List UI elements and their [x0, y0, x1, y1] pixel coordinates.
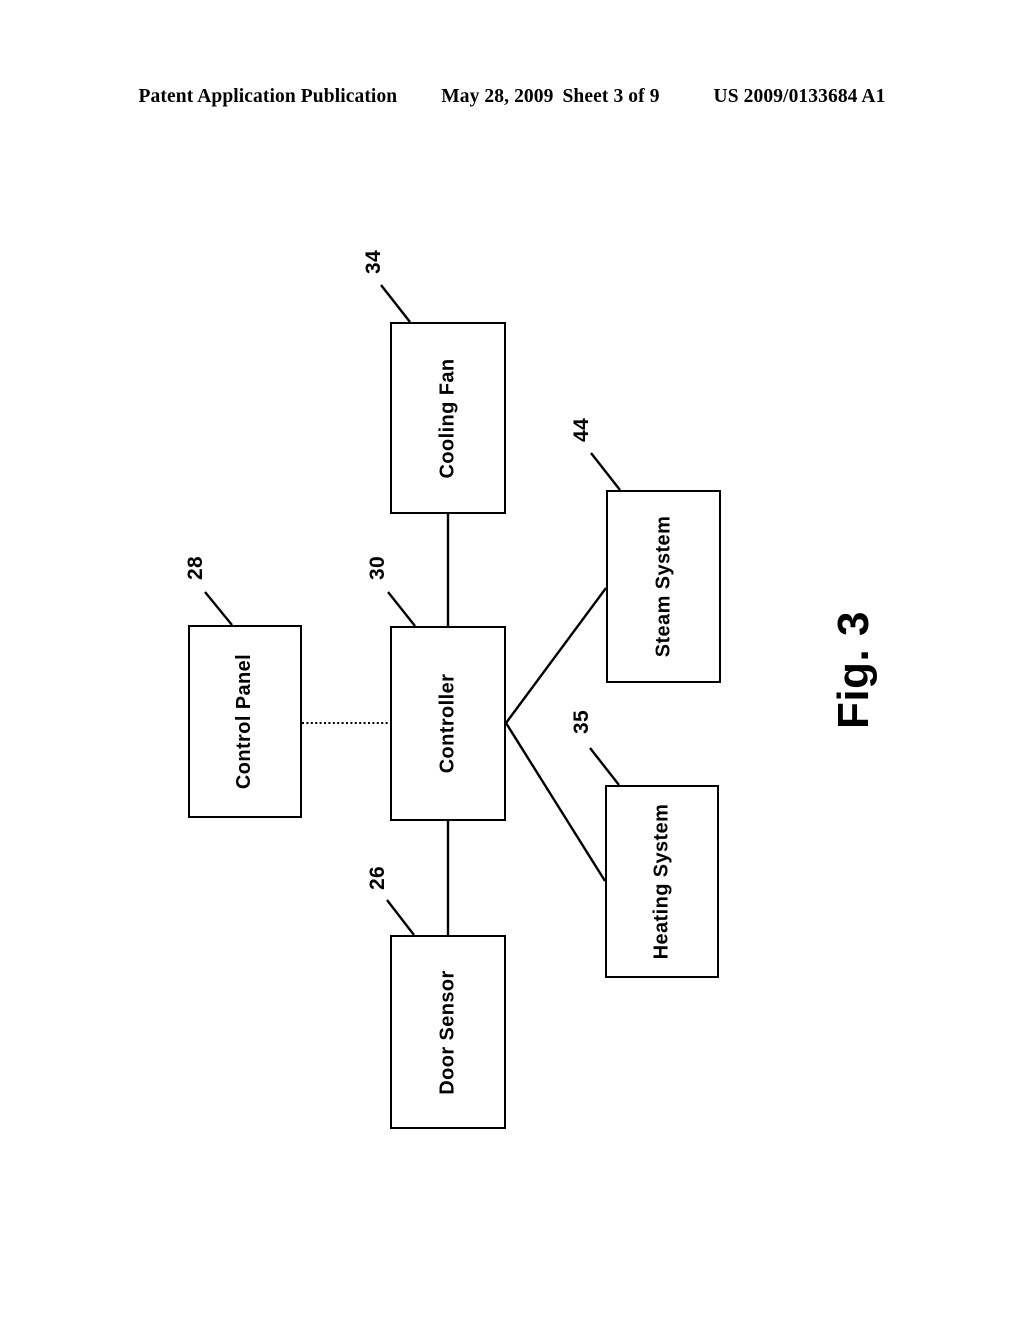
block-label-controller: Controller: [436, 673, 459, 774]
block-steam-system: Steam System: [606, 490, 721, 683]
block-label-control-panel: Control Panel: [233, 653, 256, 790]
block-label-steam-system: Steam System: [652, 515, 675, 658]
reference-numeral-44: 44: [569, 418, 593, 442]
connector-controller-heating-system: [504, 722, 607, 882]
block-cooling-fan: Cooling Fan: [390, 322, 506, 514]
leader-line-28: [204, 591, 233, 626]
reference-numeral-30: 30: [365, 556, 389, 580]
block-door-sensor: Door Sensor: [390, 935, 506, 1129]
leader-line-35: [589, 747, 620, 786]
block-heating-system: Heating System: [605, 785, 719, 978]
leader-line-44: [590, 452, 621, 491]
block-controller: Controller: [390, 626, 506, 821]
reference-numeral-26: 26: [365, 866, 389, 890]
connector-controller-steam-system: [505, 587, 607, 724]
block-control-panel: Control Panel: [188, 625, 302, 818]
reference-numeral-35: 35: [569, 710, 593, 734]
figure-caption: Fig. 3: [828, 611, 878, 729]
reference-numeral-28: 28: [183, 556, 207, 580]
figure-3-block-diagram: Cooling Fan Control Panel Controller Doo…: [0, 0, 1024, 1320]
leader-line-26: [386, 899, 415, 936]
block-label-cooling-fan: Cooling Fan: [436, 358, 459, 478]
block-label-door-sensor: Door Sensor: [436, 969, 459, 1095]
leader-line-30: [387, 591, 416, 627]
block-label-heating-system: Heating System: [650, 803, 673, 960]
leader-line-34: [380, 284, 411, 323]
reference-numeral-34: 34: [361, 250, 385, 274]
